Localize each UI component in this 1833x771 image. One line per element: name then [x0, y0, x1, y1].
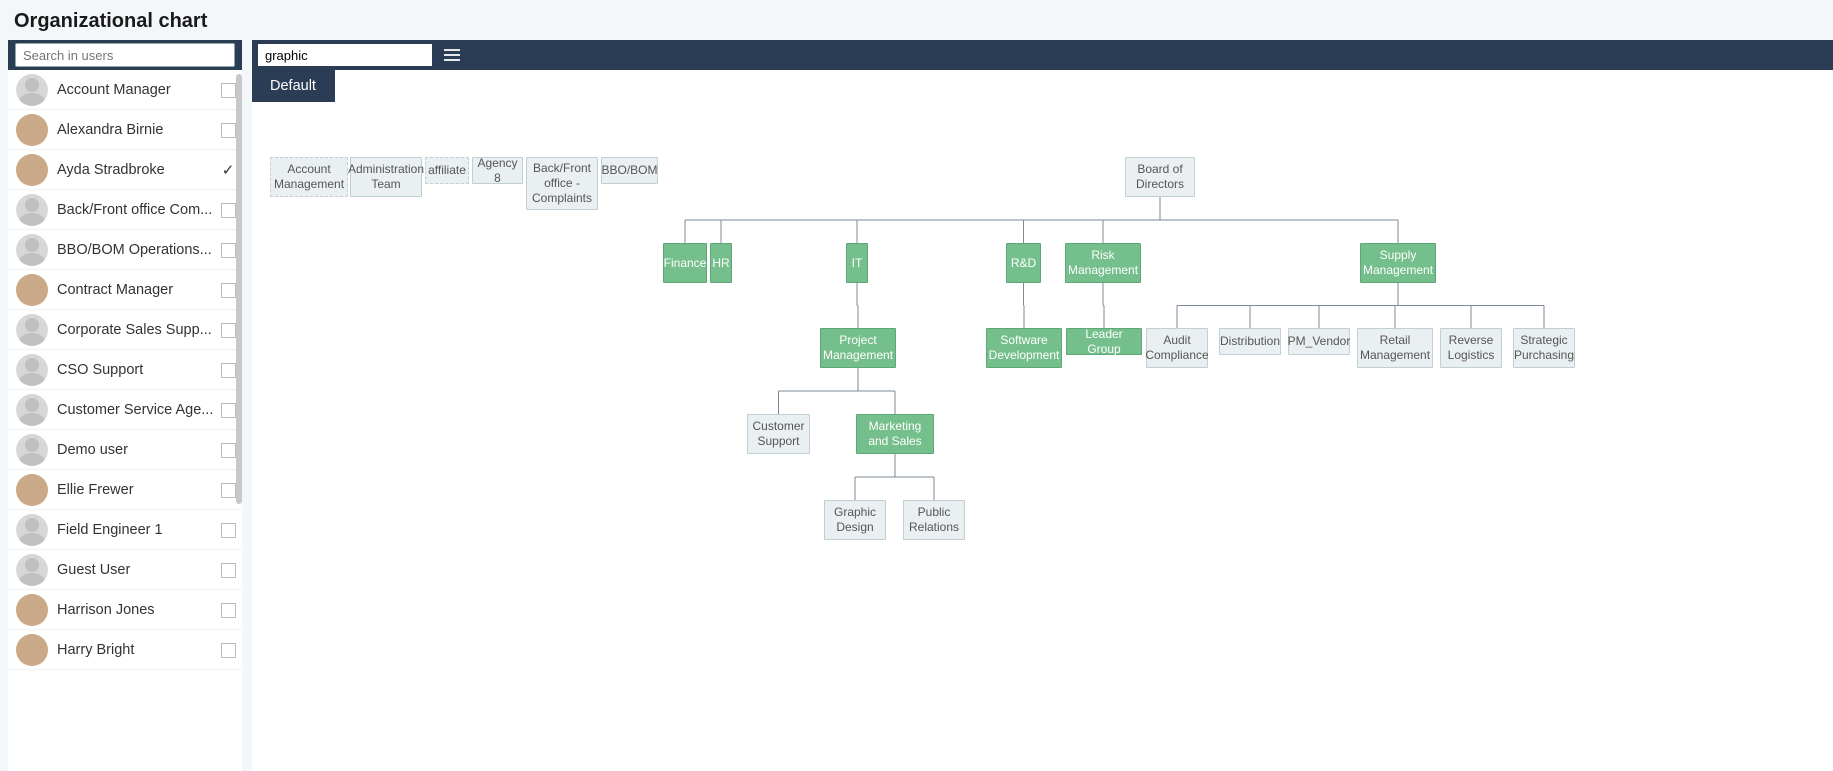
tabs: Default: [252, 70, 1833, 103]
org-node-gd[interactable]: Graphic Design: [824, 500, 886, 540]
org-node-hr[interactable]: HR: [710, 243, 732, 283]
user-name-label: BBO/BOM Operations...: [48, 242, 214, 258]
user-row[interactable]: Guest User: [8, 550, 242, 590]
avatar: [16, 634, 48, 666]
user-name-label: Alexandra Birnie: [48, 122, 214, 138]
user-row[interactable]: Harrison Jones: [8, 590, 242, 630]
user-row[interactable]: Contract Manager: [8, 270, 242, 310]
user-row[interactable]: BBO/BOM Operations...: [8, 230, 242, 270]
org-node-retail[interactable]: Retail Management: [1357, 328, 1433, 368]
org-node-pm[interactable]: Project Management: [820, 328, 896, 368]
avatar: [16, 474, 48, 506]
user-name-label: Back/Front office Com...: [48, 202, 214, 218]
user-row[interactable]: Ayda Stradbroke✓: [8, 150, 242, 190]
avatar: [16, 234, 48, 266]
sidebar-scrollbar[interactable]: [236, 70, 242, 771]
user-name-label: Corporate Sales Supp...: [48, 322, 214, 338]
user-row[interactable]: Field Engineer 1: [8, 510, 242, 550]
user-name-label: Demo user: [48, 442, 214, 458]
org-node-affiliate[interactable]: affiliate: [425, 157, 469, 184]
org-node-risk[interactable]: Risk Management: [1065, 243, 1141, 283]
tab-default[interactable]: Default: [252, 70, 335, 102]
user-name-label: Harrison Jones: [48, 602, 214, 618]
avatar: [16, 554, 48, 586]
org-node-cust[interactable]: Customer Support: [747, 414, 810, 454]
user-row[interactable]: Demo user: [8, 430, 242, 470]
main-area: Default Account ManagementAdministration…: [252, 40, 1833, 771]
main-toolbar: [252, 40, 1833, 70]
user-row[interactable]: Corporate Sales Supp...: [8, 310, 242, 350]
user-name-label: Guest User: [48, 562, 214, 578]
user-name-label: Field Engineer 1: [48, 522, 214, 538]
org-node-it[interactable]: IT: [846, 243, 868, 283]
user-row[interactable]: Account Manager: [8, 70, 242, 110]
user-name-label: Contract Manager: [48, 282, 214, 298]
org-node-admin-team[interactable]: Administration Team: [350, 157, 422, 197]
user-name-label: Customer Service Age...: [48, 402, 214, 418]
user-row[interactable]: Harry Bright: [8, 630, 242, 670]
org-node-sw[interactable]: Software Development: [986, 328, 1062, 368]
org-node-supply[interactable]: Supply Management: [1360, 243, 1436, 283]
org-node-agency8[interactable]: Agency 8: [472, 157, 523, 184]
menu-icon[interactable]: [439, 42, 465, 68]
avatar: [16, 154, 48, 186]
user-row[interactable]: Ellie Frewer: [8, 470, 242, 510]
user-name-label: Ellie Frewer: [48, 482, 214, 498]
org-node-account-mgmt[interactable]: Account Management: [270, 157, 348, 197]
org-node-finance[interactable]: Finance: [663, 243, 707, 283]
org-node-pr[interactable]: Public Relations: [903, 500, 965, 540]
chart-search-input[interactable]: [258, 44, 432, 66]
page-title: Organizational chart: [0, 0, 1833, 41]
avatar: [16, 514, 48, 546]
user-list[interactable]: Account Manager Alexandra Birnie Ayda Stra…: [8, 70, 242, 771]
org-node-board[interactable]: Board of Directors: [1125, 157, 1195, 197]
user-row[interactable]: Back/Front office Com...: [8, 190, 242, 230]
org-node-mkt[interactable]: Marketing and Sales: [856, 414, 934, 454]
avatar: [16, 434, 48, 466]
org-node-pmv[interactable]: PM_Vendor: [1288, 328, 1350, 355]
search-users-input[interactable]: [15, 43, 235, 67]
avatar: [16, 594, 48, 626]
avatar: [16, 114, 48, 146]
org-node-audit[interactable]: Audit Compliance: [1146, 328, 1208, 368]
user-row[interactable]: Alexandra Birnie: [8, 110, 242, 150]
user-row[interactable]: CSO Support: [8, 350, 242, 390]
org-node-revlog[interactable]: Reverse Logistics: [1440, 328, 1502, 368]
avatar: [16, 274, 48, 306]
avatar: [16, 194, 48, 226]
user-name-label: Harry Bright: [48, 642, 214, 658]
org-node-lg[interactable]: Leader Group: [1066, 328, 1142, 355]
user-name-label: CSO Support: [48, 362, 214, 378]
avatar: [16, 354, 48, 386]
avatar: [16, 74, 48, 106]
org-node-dist[interactable]: Distribution: [1219, 328, 1281, 355]
user-name-label: Ayda Stradbroke: [48, 162, 214, 178]
org-node-strat[interactable]: Strategic Purchasing: [1513, 328, 1575, 368]
org-chart-canvas[interactable]: Account ManagementAdministration Teamaff…: [252, 102, 1833, 771]
org-node-bfo[interactable]: Back/Front office - Complaints: [526, 157, 598, 210]
org-node-bbo[interactable]: BBO/BOM: [601, 157, 658, 184]
user-row[interactable]: Customer Service Age...: [8, 390, 242, 430]
org-node-rd[interactable]: R&D: [1006, 243, 1041, 283]
avatar: [16, 394, 48, 426]
user-name-label: Account Manager: [48, 82, 214, 98]
sidebar: Account Manager Alexandra Birnie Ayda Stra…: [8, 40, 242, 771]
avatar: [16, 314, 48, 346]
